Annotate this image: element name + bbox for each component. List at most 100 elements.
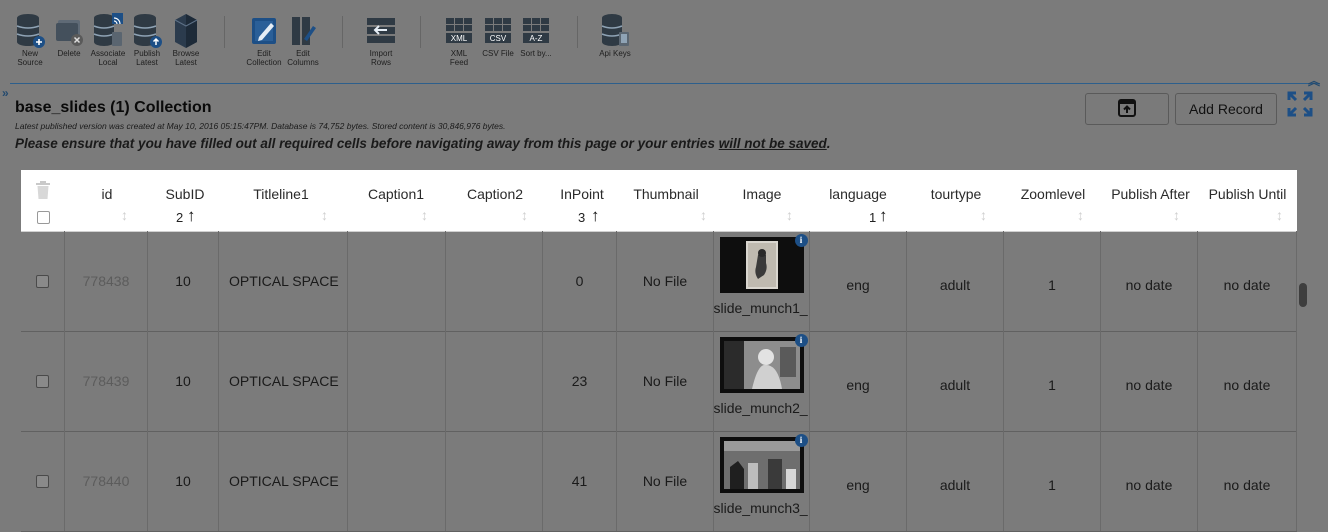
cell-caption2[interactable] (446, 431, 543, 531)
cell-caption1[interactable] (348, 431, 446, 531)
column-name: Caption2 (466, 186, 524, 202)
trash-icon[interactable] (35, 180, 51, 205)
sort-by-button[interactable]: A-Z Sort by... (516, 12, 556, 58)
image-thumbnail[interactable]: i (719, 434, 808, 493)
cell-publish-until[interactable]: no date (1198, 431, 1297, 531)
cell-titleline1[interactable]: OPTICAL SPACE (219, 431, 348, 531)
column-header-tourtype[interactable]: tourtype ↕ (899, 170, 1013, 231)
sort-icon[interactable]: ↕ (321, 207, 328, 223)
row-checkbox[interactable] (36, 474, 49, 488)
new-source-button[interactable]: New Source (10, 12, 50, 67)
cell-inpoint[interactable]: 23 (543, 331, 617, 431)
cell-subid[interactable]: 10 (148, 331, 219, 431)
cell-tourtype[interactable]: adult (907, 331, 1004, 431)
sort-icon[interactable]: ↕ (521, 207, 528, 223)
cell-subid[interactable]: 10 (148, 431, 219, 531)
cell-zoomlevel[interactable]: 1 (1004, 331, 1101, 431)
column-header-titleline1[interactable]: Titleline1 ↕ (221, 170, 341, 231)
csv-file-button[interactable]: CSV CSV File (478, 12, 518, 58)
cell-language[interactable]: eng (810, 431, 907, 531)
image-thumbnail[interactable]: i (719, 334, 808, 393)
cell-id[interactable]: 778438 (65, 231, 148, 331)
sort-icon[interactable]: ↕ (980, 207, 987, 223)
cell-image[interactable]: i slide_munch1_ (714, 231, 810, 331)
collapse-up-icon[interactable]: ︽ (1308, 72, 1320, 89)
cell-caption1[interactable] (348, 331, 446, 431)
expand-sidebar-icon[interactable]: » (2, 86, 9, 100)
cell-publish-until[interactable]: no date (1198, 331, 1297, 431)
column-header-publish-until[interactable]: Publish Until ↕ (1198, 170, 1297, 231)
info-icon[interactable]: i (794, 234, 808, 247)
column-header-image[interactable]: Image ↕ (707, 170, 817, 231)
cell-zoomlevel[interactable]: 1 (1004, 431, 1101, 531)
sort-ascending-icon[interactable]: ↑ (187, 206, 196, 226)
cell-inpoint[interactable]: 0 (543, 231, 617, 331)
associate-local-button[interactable]: Associate Local (88, 12, 128, 67)
cell-thumbnail[interactable]: No File (617, 331, 714, 431)
sort-icon[interactable]: ↕ (1077, 207, 1084, 223)
sort-icon[interactable]: ↕ (421, 207, 428, 223)
sort-icon[interactable]: ↕ (1276, 207, 1283, 223)
add-record-button[interactable]: Add Record (1175, 93, 1277, 125)
publish-latest-button[interactable]: Publish Latest (127, 12, 167, 67)
fullscreen-icon[interactable] (1286, 90, 1314, 118)
row-checkbox[interactable] (36, 274, 49, 288)
info-icon[interactable]: i (794, 334, 808, 347)
column-header-thumbnail[interactable]: Thumbnail ↕ (625, 170, 707, 231)
sort-ascending-icon[interactable]: ↑ (879, 206, 888, 226)
cell-titleline1[interactable]: OPTICAL SPACE (219, 331, 348, 431)
edit-collection-button[interactable]: Edit Collection (244, 12, 284, 67)
cell-id[interactable]: 778440 (65, 431, 148, 531)
sort-ascending-icon[interactable]: ↑ (591, 206, 600, 226)
cell-caption2[interactable] (446, 231, 543, 331)
image-thumbnail[interactable]: i (719, 234, 808, 293)
cell-inpoint[interactable]: 41 (543, 431, 617, 531)
row-select-cell (21, 231, 65, 331)
browse-latest-button[interactable]: Browse Latest (166, 12, 206, 67)
warning-emphasis: will not be saved (718, 136, 827, 151)
edit-collection-icon (248, 12, 280, 48)
column-header-zoomlevel[interactable]: Zoomlevel ↕ (1007, 170, 1099, 231)
cell-tourtype[interactable]: adult (907, 431, 1004, 531)
cell-thumbnail[interactable]: No File (617, 431, 714, 531)
sort-icon[interactable]: ↕ (121, 207, 128, 223)
info-icon[interactable]: i (794, 434, 808, 447)
xml-feed-button[interactable]: XML XML Feed (439, 12, 479, 67)
sort-icon[interactable]: ↕ (1173, 207, 1180, 223)
cell-language[interactable]: eng (810, 231, 907, 331)
column-name: Caption1 (367, 186, 425, 202)
cell-zoomlevel[interactable]: 1 (1004, 231, 1101, 331)
api-keys-button[interactable]: Api Keys (595, 12, 635, 58)
column-header-inpoint[interactable]: InPoint 3 ↑ (539, 170, 625, 231)
column-header-id[interactable]: id ↕ (65, 170, 149, 231)
column-name: SubID (165, 186, 205, 202)
column-header-caption1[interactable]: Caption1 ↕ (341, 170, 451, 231)
cell-caption2[interactable] (446, 331, 543, 431)
cell-image[interactable]: i slide_munch2_ (714, 331, 810, 431)
cell-titleline1[interactable]: OPTICAL SPACE (219, 231, 348, 331)
sort-icon[interactable]: ↕ (786, 207, 793, 223)
select-all-checkbox[interactable] (37, 211, 50, 224)
sort-icon[interactable]: ↕ (700, 207, 707, 223)
cell-image[interactable]: i slide_munch3_ (714, 431, 810, 531)
cell-subid[interactable]: 10 (148, 231, 219, 331)
cell-publish-after[interactable]: no date (1101, 331, 1198, 431)
cell-publish-after[interactable]: no date (1101, 431, 1198, 531)
cell-language[interactable]: eng (810, 331, 907, 431)
cell-tourtype[interactable]: adult (907, 231, 1004, 331)
edit-columns-button[interactable]: Edit Columns (283, 12, 323, 67)
export-button[interactable] (1085, 93, 1169, 125)
cell-id[interactable]: 778439 (65, 331, 148, 431)
column-header-publish-after[interactable]: Publish After ↕ (1103, 170, 1198, 231)
column-header-subid[interactable]: SubID 2 ↑ (149, 170, 221, 231)
cell-publish-until[interactable]: no date (1198, 231, 1297, 331)
import-rows-button[interactable]: Import Rows (361, 12, 401, 67)
cell-thumbnail[interactable]: No File (617, 231, 714, 331)
cell-publish-after[interactable]: no date (1101, 231, 1198, 331)
row-checkbox[interactable] (36, 374, 49, 388)
column-header-caption2[interactable]: Caption2 ↕ (451, 170, 539, 231)
cell-caption1[interactable] (348, 231, 446, 331)
vertical-scrollbar[interactable] (1299, 283, 1307, 307)
delete-button[interactable]: Delete (49, 12, 89, 58)
column-header-language[interactable]: language 1 ↑ (817, 170, 899, 231)
